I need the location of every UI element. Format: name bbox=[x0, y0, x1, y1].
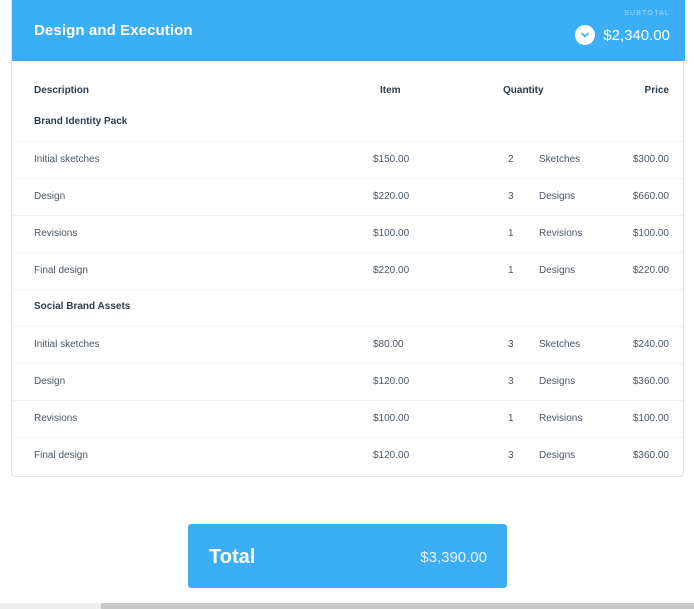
table-row: Initial sketches $150.00 2 Sketches $300… bbox=[12, 141, 683, 178]
row-quantity: 3 bbox=[508, 191, 514, 202]
row-quantity: 1 bbox=[508, 413, 514, 424]
row-quantity: 1 bbox=[508, 228, 514, 239]
row-unit: Designs bbox=[539, 191, 576, 202]
row-item-price: $100.00 bbox=[373, 228, 410, 239]
row-price: $300.00 bbox=[632, 154, 669, 165]
row-description: Initial sketches bbox=[34, 339, 100, 350]
row-price: $360.00 bbox=[632, 450, 669, 461]
collapse-toggle-button[interactable] bbox=[575, 25, 595, 45]
column-header-item: Item bbox=[380, 85, 401, 96]
row-quantity: 2 bbox=[508, 154, 514, 165]
total-summary: Total $3,390.00 bbox=[188, 524, 507, 588]
column-header-quantity: Quantity bbox=[503, 85, 544, 96]
row-unit: Sketches bbox=[539, 339, 581, 350]
row-description: Initial sketches bbox=[34, 154, 100, 165]
table-row: Initial sketches $80.00 3 Sketches $240.… bbox=[12, 326, 683, 363]
row-price: $100.00 bbox=[632, 413, 669, 424]
row-unit: Sketches bbox=[539, 154, 581, 165]
horizontal-scrollbar-thumb[interactable] bbox=[101, 603, 694, 609]
row-quantity: 3 bbox=[508, 376, 514, 387]
row-item-price: $80.00 bbox=[373, 339, 404, 350]
section-header[interactable]: Design and Execution SUBTOTAL $2,340.00 bbox=[12, 0, 685, 61]
row-quantity: 3 bbox=[508, 339, 514, 350]
row-item-price: $100.00 bbox=[373, 413, 410, 424]
row-unit: Revisions bbox=[539, 228, 583, 239]
table-row: Revisions $100.00 1 Revisions $100.00 bbox=[12, 400, 683, 437]
row-description: Design bbox=[34, 376, 66, 387]
row-unit: Designs bbox=[539, 265, 576, 276]
table-row: Final design $120.00 3 Designs $360.00 bbox=[12, 437, 683, 474]
table-row: Design $120.00 3 Designs $360.00 bbox=[12, 363, 683, 400]
row-item-price: $150.00 bbox=[373, 154, 410, 165]
row-description: Final design bbox=[34, 265, 88, 276]
row-price: $240.00 bbox=[632, 339, 669, 350]
table-row: Final design $220.00 1 Designs $220.00 bbox=[12, 252, 683, 289]
total-label: Total bbox=[209, 546, 256, 568]
row-unit: Revisions bbox=[539, 413, 583, 424]
row-unit: Designs bbox=[539, 450, 576, 461]
row-price: $360.00 bbox=[632, 376, 669, 387]
row-price: $660.00 bbox=[632, 191, 669, 202]
row-description: Design bbox=[34, 191, 66, 202]
row-item-price: $120.00 bbox=[373, 376, 410, 387]
row-item-price: $220.00 bbox=[373, 265, 410, 276]
column-header-description: Description bbox=[34, 85, 90, 96]
row-item-price: $220.00 bbox=[373, 191, 410, 202]
row-item-price: $120.00 bbox=[373, 450, 410, 461]
row-description: Revisions bbox=[34, 413, 78, 424]
table-row: Revisions $100.00 1 Revisions $100.00 bbox=[12, 215, 683, 252]
invoice-section-card: Design and Execution SUBTOTAL $2,340.00 … bbox=[11, 0, 685, 477]
chevron-down-icon bbox=[581, 32, 589, 38]
column-header-price: Price bbox=[644, 85, 669, 96]
group-title: Brand Identity Pack bbox=[34, 116, 128, 127]
row-price: $220.00 bbox=[632, 265, 669, 276]
total-value: $3,390.00 bbox=[420, 549, 487, 566]
row-unit: Designs bbox=[539, 376, 576, 387]
section-title: Design and Execution bbox=[34, 22, 193, 39]
subtotal-value: $2,340.00 bbox=[603, 27, 670, 44]
group-title: Social Brand Assets bbox=[34, 301, 131, 312]
row-quantity: 1 bbox=[508, 265, 514, 276]
row-price: $100.00 bbox=[632, 228, 669, 239]
row-description: Revisions bbox=[34, 228, 78, 239]
row-quantity: 3 bbox=[508, 450, 514, 461]
subtotal-label: SUBTOTAL bbox=[624, 10, 670, 17]
table-row: Design $220.00 3 Designs $660.00 bbox=[12, 178, 683, 215]
row-description: Final design bbox=[34, 450, 88, 461]
